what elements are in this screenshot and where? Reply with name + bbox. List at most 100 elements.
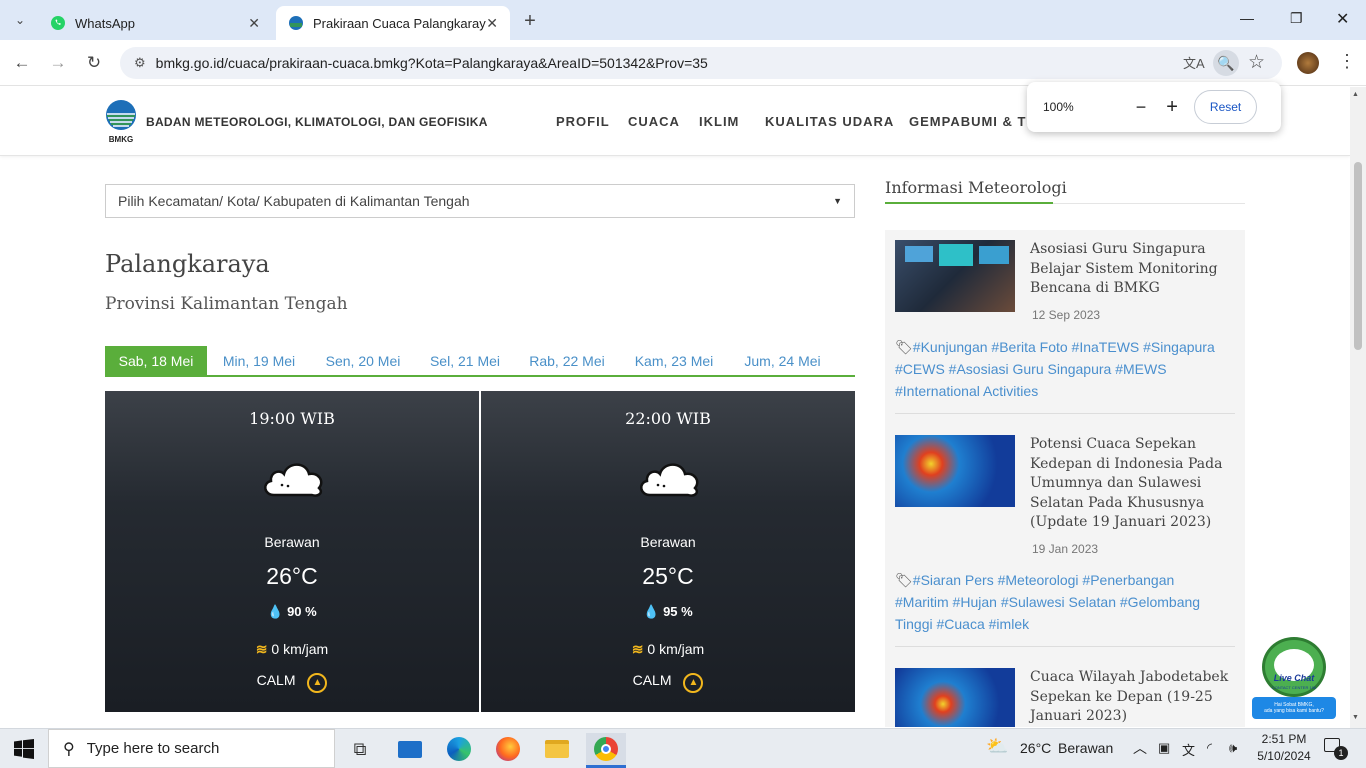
forecast-temperature: 25°C bbox=[642, 563, 694, 589]
zoom-popup: 100% − + Reset bbox=[1027, 82, 1281, 132]
chrome-icon[interactable] bbox=[586, 733, 626, 765]
taskbar-search-box[interactable]: ⚲ Type here to search bbox=[48, 729, 335, 768]
article-thumbnail[interactable] bbox=[895, 668, 1015, 727]
show-hidden-icons-chevron-icon[interactable]: ︿ bbox=[1133, 738, 1147, 758]
compass-icon: ▲ bbox=[683, 673, 704, 693]
task-view-icon[interactable]: ⧉ bbox=[340, 733, 380, 765]
windows-start-icon[interactable] bbox=[14, 739, 34, 759]
province-subtitle: Provinsi Kalimantan Tengah bbox=[105, 294, 348, 314]
reload-icon[interactable]: ↻ bbox=[79, 48, 109, 78]
forecast-direction: CALM bbox=[256, 672, 296, 688]
tab-whatsapp[interactable]: WhatsApp ✕ bbox=[38, 6, 272, 40]
bmkg-logo-icon bbox=[106, 100, 136, 130]
clock-time: 2:51 PM bbox=[1261, 732, 1307, 746]
bmkg-logo[interactable]: BMKG bbox=[105, 99, 137, 144]
forecast-humidity: 95 % bbox=[663, 604, 693, 619]
url-text: bmkg.go.id/cuaca/prakiraan-cuaca.bmkg?Ko… bbox=[155, 55, 708, 71]
sidebar-heading-underline bbox=[885, 202, 1053, 204]
browser-menu-icon[interactable]: ⋮ bbox=[1338, 51, 1356, 72]
restore-window-icon[interactable]: ❐ bbox=[1290, 10, 1303, 27]
tab-day-1[interactable]: Min, 19 Mei bbox=[213, 346, 305, 376]
live-chat-title: Live Chat bbox=[1273, 673, 1315, 683]
nav-iklim[interactable]: IKLIM bbox=[699, 114, 739, 129]
wind-direction-row: CALM ▲ bbox=[481, 672, 855, 693]
article-thumbnail[interactable] bbox=[895, 435, 1015, 507]
wind-icon: ≋ bbox=[255, 641, 268, 657]
tab-bmkg[interactable]: Prakiraan Cuaca Palangkaraya - ✕ bbox=[276, 6, 510, 40]
language-icon[interactable]: 文 bbox=[1182, 740, 1195, 759]
close-tab-icon[interactable]: ✕ bbox=[486, 15, 498, 32]
logo-text: BMKG bbox=[108, 135, 134, 144]
firefox-icon[interactable] bbox=[488, 733, 528, 765]
wind-icon: ≋ bbox=[631, 641, 644, 657]
tab-day-3[interactable]: Sel, 21 Mei bbox=[420, 346, 510, 376]
live-chat-widget[interactable]: Live Chat CONTACT CENTER 196 Hai Sobat B… bbox=[1252, 635, 1336, 721]
site-info-icon[interactable]: ⚙ bbox=[134, 55, 146, 71]
notification-center-icon[interactable]: 1 bbox=[1324, 738, 1348, 760]
nav-cuaca[interactable]: CUACA bbox=[628, 114, 680, 129]
forecast-condition: Berawan bbox=[264, 534, 320, 550]
article-date: 19 Jan 2023 bbox=[1032, 542, 1099, 556]
taskbar-clock[interactable]: 2:51 PM 5/10/2024 bbox=[1254, 731, 1314, 765]
compass-icon: ▲ bbox=[307, 673, 328, 693]
tab-day-2[interactable]: Sen, 20 Mei bbox=[317, 346, 409, 376]
zoom-in-button[interactable]: + bbox=[1166, 96, 1178, 119]
scroll-down-icon[interactable]: ▼ bbox=[1352, 714, 1359, 721]
new-tab-button[interactable]: + bbox=[515, 6, 545, 36]
location-select[interactable]: Pilih Kecamatan/ Kota/ Kabupaten di Kali… bbox=[105, 184, 855, 218]
nav-profil[interactable]: PROFIL bbox=[556, 114, 610, 129]
article-thumbnail[interactable] bbox=[895, 240, 1015, 312]
tab-day-4[interactable]: Rab, 22 Mei bbox=[521, 346, 613, 376]
mail-icon[interactable] bbox=[390, 733, 430, 765]
article-divider bbox=[895, 413, 1235, 414]
article-title[interactable]: Potensi Cuaca Sepekan Kedepan di Indones… bbox=[1030, 435, 1222, 533]
humidity-row: 💧 95 % bbox=[481, 604, 855, 620]
forward-icon[interactable]: → bbox=[43, 48, 73, 78]
tab-label: WhatsApp bbox=[75, 15, 135, 31]
article-date: 12 Sep 2023 bbox=[1032, 308, 1101, 322]
meet-now-icon[interactable]: ▣ bbox=[1158, 740, 1170, 756]
scrollbar[interactable]: ▲ ▼ bbox=[1350, 87, 1366, 728]
city-title: Palangkaraya bbox=[105, 250, 270, 278]
close-window-icon[interactable]: ✕ bbox=[1336, 9, 1349, 29]
edge-icon[interactable] bbox=[439, 733, 479, 765]
cloud-icon bbox=[264, 463, 323, 497]
volume-icon[interactable]: 🕪 bbox=[1229, 740, 1237, 756]
zoom-reset-button[interactable]: Reset bbox=[1193, 90, 1258, 124]
forecast-humidity: 90 % bbox=[287, 604, 317, 619]
article-title[interactable]: Asosiasi Guru Singapura Belajar Sistem M… bbox=[1030, 240, 1218, 299]
zoom-icon[interactable]: 🔍 bbox=[1213, 50, 1239, 76]
search-icon: ⚲ bbox=[63, 740, 75, 758]
tab-search-chevron-icon[interactable]: ⌄ bbox=[6, 6, 34, 34]
bookmark-star-icon[interactable]: ☆ bbox=[1248, 51, 1265, 74]
forecast-wind: 0 km/jam bbox=[647, 641, 705, 657]
nav-kualitas-udara[interactable]: KUALITAS UDARA bbox=[765, 114, 894, 129]
zoom-out-button[interactable]: − bbox=[1136, 97, 1147, 118]
article-tags[interactable]: 🏷#Siaran Pers #Meteorologi #Penerbangan … bbox=[895, 569, 1200, 635]
humidity-row: 💧 90 % bbox=[105, 604, 479, 620]
scrollbar-thumb[interactable] bbox=[1354, 162, 1362, 350]
taskbar-weather-condition[interactable]: Berawan bbox=[1058, 740, 1113, 756]
file-explorer-icon[interactable] bbox=[537, 733, 577, 765]
weather-cloud-icon[interactable]: ⛅ bbox=[986, 736, 1008, 757]
select-placeholder: Pilih Kecamatan/ Kota/ Kabupaten di Kali… bbox=[118, 193, 470, 209]
search-placeholder: Type here to search bbox=[86, 740, 220, 757]
profile-avatar[interactable] bbox=[1297, 52, 1319, 74]
back-icon[interactable]: ← bbox=[7, 48, 37, 78]
tab-day-6[interactable]: Jum, 24 Mei bbox=[734, 346, 831, 376]
forecast-time: 22:00 WIB bbox=[625, 409, 711, 428]
tab-day-5[interactable]: Kam, 23 Mei bbox=[624, 346, 724, 376]
scroll-up-icon[interactable]: ▲ bbox=[1352, 91, 1359, 98]
forecast-time: 19:00 WIB bbox=[249, 409, 335, 428]
nav-gempabumi[interactable]: GEMPABUMI & TS bbox=[909, 114, 1036, 129]
forecast-card: 22:00 WIB Berawan 25°C 💧 95 % ≋ 0 km/jam… bbox=[481, 391, 855, 712]
tab-day-0[interactable]: Sab, 18 Mei bbox=[105, 346, 207, 376]
translate-icon[interactable]: 文A bbox=[1183, 53, 1205, 73]
article-tags[interactable]: 🏷#Kunjungan #Berita Foto #InaTEWS #Singa… bbox=[895, 336, 1215, 402]
taskbar-weather-temp[interactable]: 26°C bbox=[1020, 740, 1051, 756]
wifi-icon[interactable]: ◜ bbox=[1207, 740, 1212, 756]
close-tab-icon[interactable]: ✕ bbox=[248, 15, 260, 32]
article-title[interactable]: Cuaca Wilayah Jabodetabek Sepekan ke Dep… bbox=[1030, 668, 1228, 727]
minimize-window-icon[interactable]: — bbox=[1240, 10, 1254, 26]
address-bar[interactable]: ⚙ bmkg.go.id/cuaca/prakiraan-cuaca.bmkg?… bbox=[120, 47, 1282, 79]
